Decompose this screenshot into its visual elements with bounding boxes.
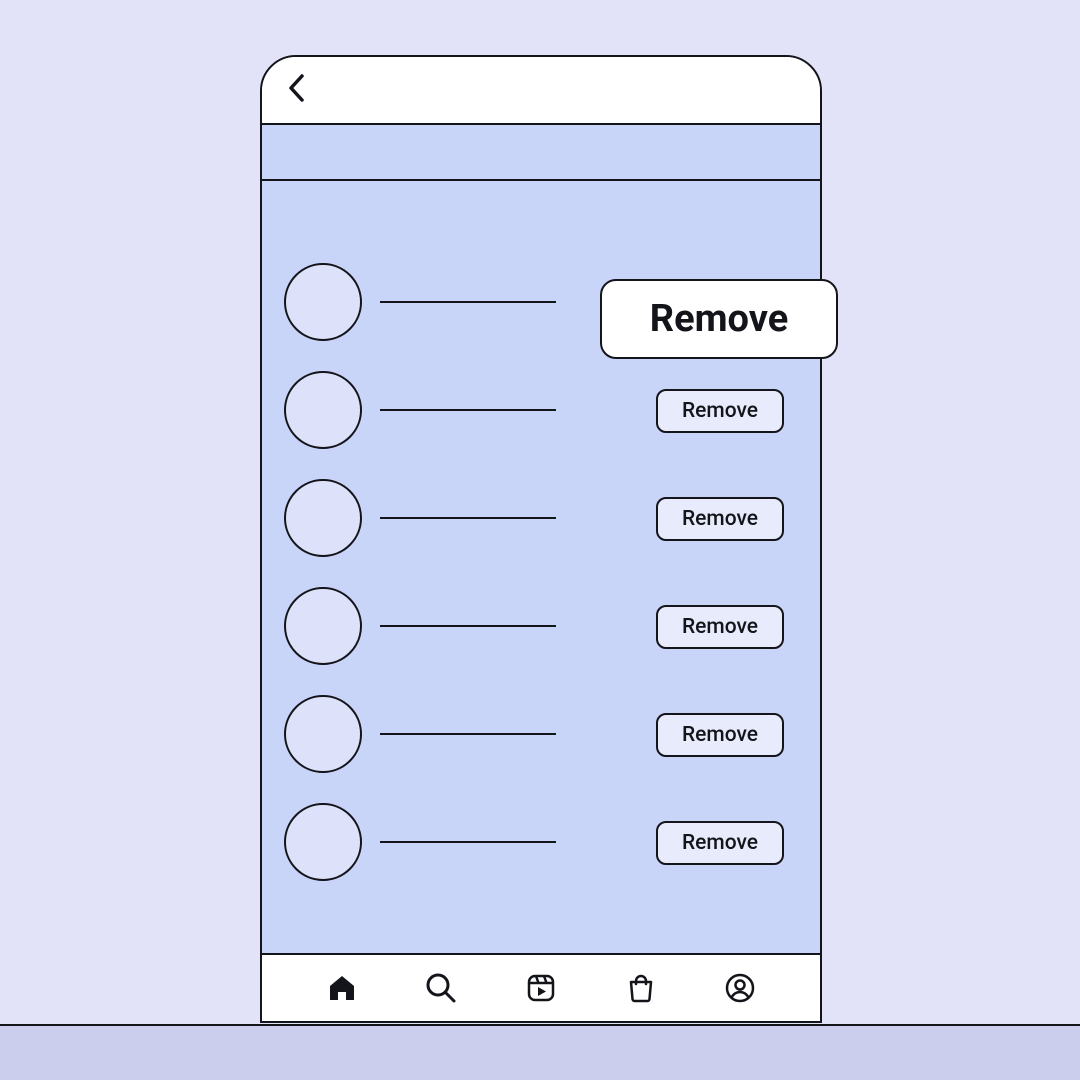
name-placeholder-line	[380, 733, 556, 735]
list-item: Remove	[262, 465, 820, 573]
reels-icon	[525, 972, 557, 1004]
chevron-left-icon	[287, 73, 307, 107]
nav-home[interactable]	[322, 968, 362, 1008]
avatar[interactable]	[284, 587, 362, 665]
avatar[interactable]	[284, 263, 362, 341]
remove-button[interactable]: Remove	[656, 821, 784, 865]
phone-frame: Remove Remove Remove Remove Remove	[260, 55, 822, 1023]
avatar[interactable]	[284, 371, 362, 449]
nav-reels[interactable]	[521, 968, 561, 1008]
shopping-bag-icon	[625, 972, 657, 1004]
bottom-nav	[262, 953, 820, 1021]
back-button[interactable]	[280, 73, 314, 107]
name-placeholder-line	[380, 301, 556, 303]
remove-button[interactable]: Remove	[656, 389, 784, 433]
profile-icon	[724, 972, 756, 1004]
ground-surface	[0, 1024, 1080, 1080]
list-item: Remove	[262, 789, 820, 897]
remove-button[interactable]: Remove	[656, 605, 784, 649]
home-icon	[326, 972, 358, 1004]
title-band	[262, 125, 820, 181]
name-placeholder-line	[380, 409, 556, 411]
avatar[interactable]	[284, 803, 362, 881]
list-item: Remove	[262, 681, 820, 789]
nav-profile[interactable]	[720, 968, 760, 1008]
remove-button-highlighted[interactable]: Remove	[600, 279, 838, 359]
avatar[interactable]	[284, 695, 362, 773]
avatar[interactable]	[284, 479, 362, 557]
list-item: Remove	[262, 357, 820, 465]
search-icon	[424, 971, 458, 1005]
name-placeholder-line	[380, 517, 556, 519]
remove-button[interactable]: Remove	[656, 497, 784, 541]
name-placeholder-line	[380, 625, 556, 627]
list-item: Remove	[262, 573, 820, 681]
name-placeholder-line	[380, 841, 556, 843]
remove-button[interactable]: Remove	[656, 713, 784, 757]
nav-search[interactable]	[421, 968, 461, 1008]
nav-shop[interactable]	[621, 968, 661, 1008]
top-bar	[262, 57, 820, 125]
